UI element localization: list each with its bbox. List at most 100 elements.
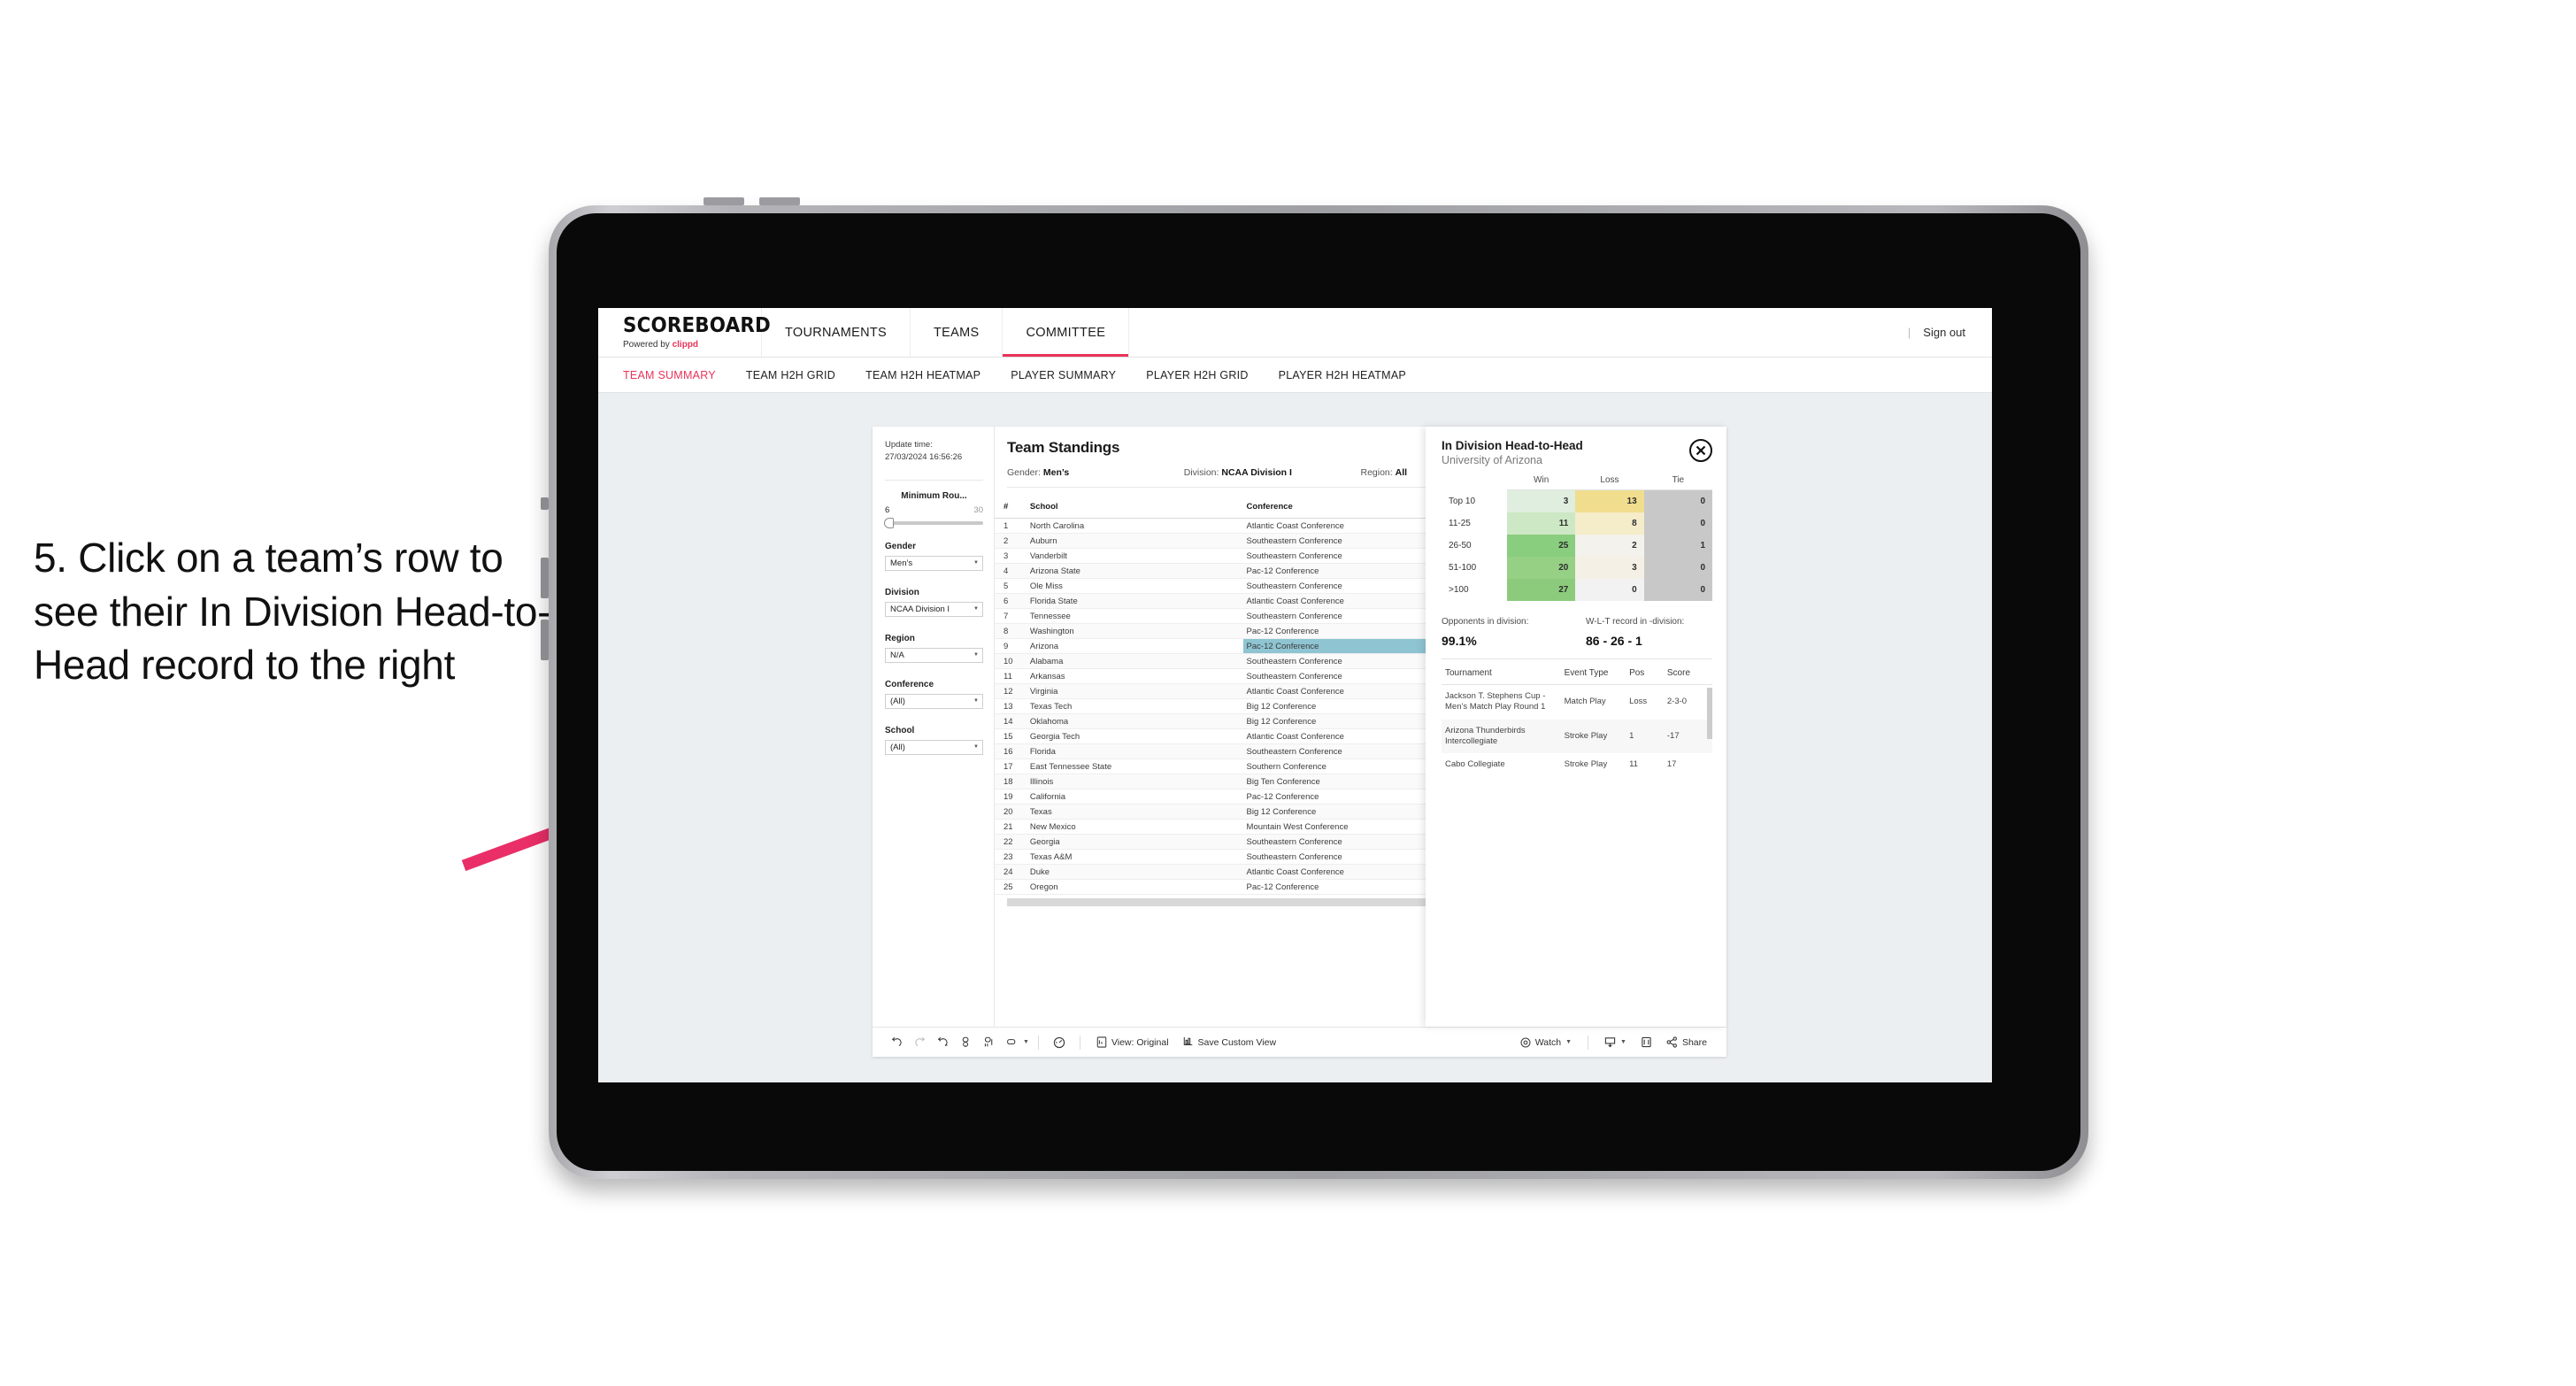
col-score: Score xyxy=(1663,668,1712,685)
rank-cell: 25 xyxy=(995,879,1027,896)
h2h-row-label: Top 10 xyxy=(1442,489,1507,512)
h2h-header-row: Win Loss Tie xyxy=(1442,475,1712,490)
filter-region-select[interactable]: N/A ▼ xyxy=(885,647,983,663)
fullscreen-button[interactable] xyxy=(1634,1036,1659,1048)
sign-out-link[interactable]: Sign out xyxy=(1923,326,1965,339)
h2h-col-win: Win xyxy=(1507,475,1576,490)
rank-cell: 7 xyxy=(995,608,1027,625)
tablet-device-frame: SCOREBOARD Powered by clippd TOURNAMENTS… xyxy=(541,197,2088,1179)
tournament-row[interactable]: Arizona Thunderbirds Intercollegiate Stro… xyxy=(1442,719,1712,754)
score-cell: 17 xyxy=(1666,759,1677,770)
filter-school-label: School xyxy=(885,725,915,735)
share-button[interactable]: Share xyxy=(1659,1036,1714,1048)
col-rank[interactable]: # xyxy=(995,488,1027,520)
tab-team-h2h-heatmap[interactable]: TEAM H2H HEATMAP xyxy=(865,369,980,381)
rank-cell: 13 xyxy=(995,698,1027,715)
event-type-cell: Stroke Play xyxy=(1564,759,1608,770)
device-side-button-1 xyxy=(541,497,549,510)
close-icon[interactable] xyxy=(1689,439,1712,462)
school-cell: Texas A&M xyxy=(1026,849,1243,866)
brand-title: SCOREBOARD xyxy=(623,313,771,337)
school-cell: Georgia Tech xyxy=(1026,728,1243,745)
summary-division-key: Division: xyxy=(1183,467,1219,478)
h2h-subtitle: University of Arizona xyxy=(1442,454,1542,466)
summary-region-key: Region: xyxy=(1360,467,1393,478)
tab-player-h2h-grid[interactable]: PLAYER H2H GRID xyxy=(1146,369,1248,381)
rank-cell: 23 xyxy=(995,849,1027,866)
device-volume-down-button xyxy=(541,620,549,660)
filter-division-label: Division xyxy=(885,587,919,597)
tournament-name-cell: Cabo Collegiate xyxy=(1445,759,1505,770)
rank-cell: 18 xyxy=(995,774,1027,790)
filter-conference-select[interactable]: (All) ▼ xyxy=(885,693,983,709)
chevron-down-icon: ▼ xyxy=(1620,1039,1626,1045)
nav-item-committee[interactable]: COMMITTEE xyxy=(1003,308,1130,357)
tournament-row[interactable]: Jackson T. Stephens Cup - Men’s Match Pl… xyxy=(1442,685,1712,720)
rank-cell: 19 xyxy=(995,789,1027,805)
filter-gender: Gender Men’s ▼ xyxy=(885,542,983,571)
h2h-win-cell: 11 xyxy=(1507,512,1576,535)
refresh-icon[interactable] xyxy=(954,1036,977,1048)
col-school[interactable]: School xyxy=(1026,488,1243,520)
h2h-row: 51-100 20 3 0 xyxy=(1442,557,1712,579)
visualization-toolbar: ▼ View: Original Save Custom View Watch … xyxy=(873,1027,1726,1057)
h2h-tie-cell: 0 xyxy=(1643,579,1712,601)
save-custom-view-button[interactable]: Save Custom View xyxy=(1176,1036,1284,1048)
tournament-scrollbar[interactable] xyxy=(1707,688,1712,739)
nav-item-teams[interactable]: TEAMS xyxy=(911,308,1003,357)
nav-item-tournaments[interactable]: TOURNAMENTS xyxy=(762,308,911,357)
filter-division: Division NCAA Division I ▼ xyxy=(885,588,983,617)
h2h-body: Top 10 3 13 0 11-25 11 8 0 26-50 25 2 1 51-100 20 3 0 >1… xyxy=(1442,489,1712,601)
chevron-down-icon[interactable]: ▼ xyxy=(1023,1039,1029,1045)
redo-icon[interactable] xyxy=(908,1036,931,1048)
h2h-row-label: >100 xyxy=(1442,579,1507,601)
min-rounds-high: 30 xyxy=(973,504,983,515)
dashboard-icon[interactable] xyxy=(1048,1036,1071,1049)
watch-button[interactable]: Watch ▼ xyxy=(1513,1037,1579,1048)
download-button[interactable]: ▼ xyxy=(1597,1036,1634,1048)
tab-player-summary[interactable]: PLAYER SUMMARY xyxy=(1011,369,1116,381)
min-rounds-slider[interactable] xyxy=(884,517,983,528)
standings-panel: Team Standings Gender: Men’s Division: N… xyxy=(995,427,1726,1027)
h2h-matrix-table: Win Loss Tie Top 10 3 13 0 11-25 11 8 0 26-50 25 2… xyxy=(1442,475,1712,601)
rank-cell: 24 xyxy=(995,864,1027,881)
filter-region-label: Region xyxy=(885,633,915,643)
tab-team-summary[interactable]: TEAM SUMMARY xyxy=(623,369,716,381)
tab-player-h2h-heatmap[interactable]: PLAYER H2H HEATMAP xyxy=(1279,369,1406,381)
tab-team-h2h-grid[interactable]: TEAM H2H GRID xyxy=(746,369,835,381)
pause-icon[interactable] xyxy=(977,1036,1000,1048)
shape-icon[interactable] xyxy=(1000,1036,1023,1048)
filter-school-select[interactable]: (All) ▼ xyxy=(885,739,983,755)
filter-gender-select[interactable]: Men’s ▼ xyxy=(885,555,983,571)
update-time-value: 27/03/2024 16:56:26 xyxy=(885,451,963,462)
rank-cell: 12 xyxy=(995,683,1027,700)
h2h-row-label: 26-50 xyxy=(1442,535,1507,557)
min-rounds-slider-handle[interactable] xyxy=(884,517,894,528)
pos-cell: 11 xyxy=(1629,759,1638,770)
event-type-cell: Match Play xyxy=(1564,697,1606,707)
revert-icon[interactable] xyxy=(931,1036,954,1048)
school-cell: Texas Tech xyxy=(1026,698,1243,715)
h2h-row: 26-50 25 2 1 xyxy=(1442,535,1712,557)
device-top-button-1 xyxy=(704,197,744,205)
stat-wlt-value: 86 - 26 - 1 xyxy=(1586,634,1642,648)
view-original-button[interactable]: View: Original xyxy=(1089,1036,1176,1048)
scrollbar-thumb[interactable] xyxy=(1007,898,1446,907)
tournament-header-row: Tournament Event Type Pos Score xyxy=(1442,668,1712,685)
school-cell: Arizona State xyxy=(1026,563,1243,580)
school-cell: Arkansas xyxy=(1026,668,1243,685)
undo-icon[interactable] xyxy=(885,1036,908,1048)
school-cell: Arizona xyxy=(1026,638,1243,655)
filter-gender-value: Men’s xyxy=(890,558,913,568)
tournament-row[interactable]: Cabo Collegiate Stroke Play 11 17 xyxy=(1442,753,1712,776)
download-icon xyxy=(1604,1037,1616,1048)
h2h-loss-cell: 2 xyxy=(1575,535,1644,557)
filter-division-select[interactable]: NCAA Division I ▼ xyxy=(885,601,983,617)
h2h-win-cell: 20 xyxy=(1507,557,1576,579)
top-navigation: TOURNAMENTS TEAMS COMMITTEE xyxy=(762,308,1130,357)
in-division-head-to-head-panel: In Division Head-to-Head University of A… xyxy=(1426,427,1726,1027)
school-cell: California xyxy=(1026,789,1243,805)
filter-conference: Conference (All) ▼ xyxy=(885,680,983,709)
h2h-loss-cell: 3 xyxy=(1575,557,1644,579)
brand-logo[interactable]: SCOREBOARD Powered by clippd xyxy=(598,308,771,357)
